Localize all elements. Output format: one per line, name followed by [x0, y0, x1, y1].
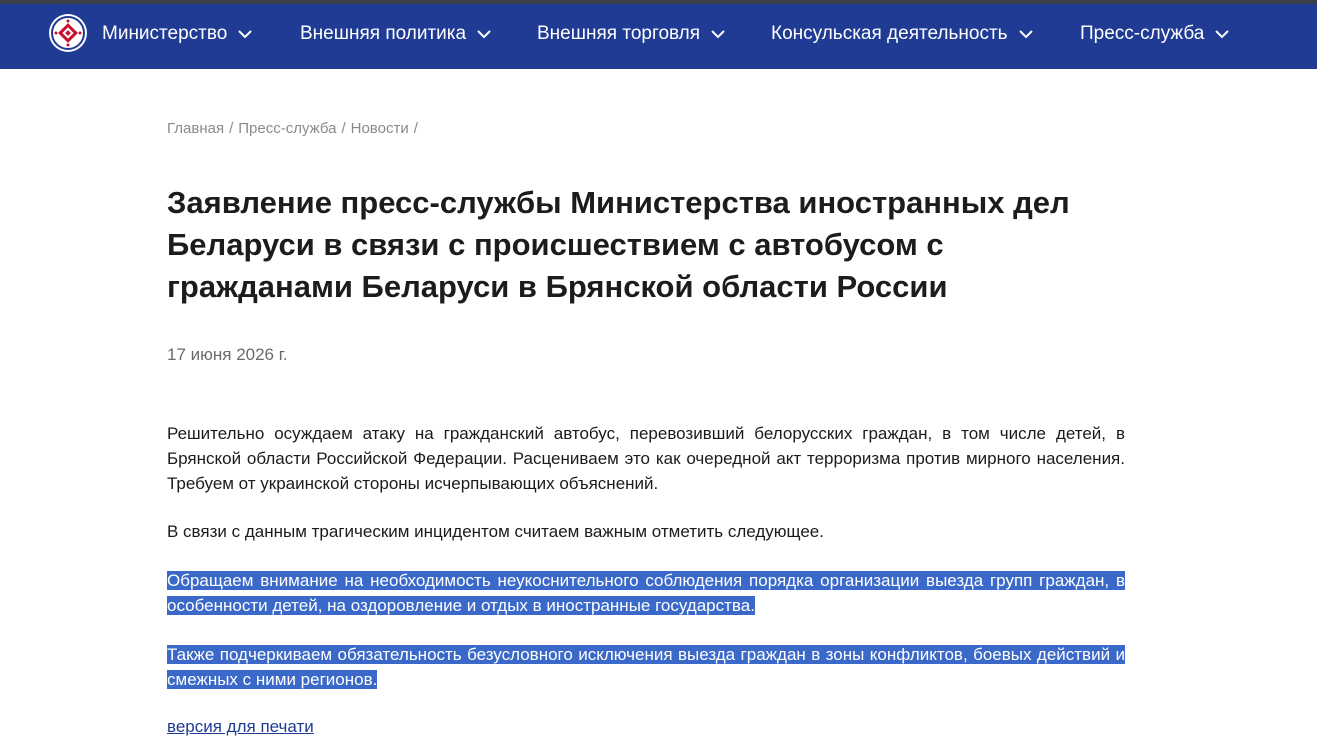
print-version-link[interactable]: версия для печати: [167, 717, 314, 737]
nav-item-foreign-trade[interactable]: Внешняя торговля: [537, 4, 726, 64]
nav-item-press-service[interactable]: Пресс-служба: [1080, 4, 1230, 64]
breadcrumb-home[interactable]: Главная: [167, 120, 224, 137]
selected-text: Также подчеркиваем обязательность безусл…: [167, 645, 1125, 689]
chevron-down-icon: [237, 26, 253, 42]
nav-item-label: Министерство: [102, 23, 228, 44]
nav-item-foreign-policy[interactable]: Внешняя политика: [300, 4, 492, 64]
article-paragraph-selected: Также подчеркиваем обязательность безусл…: [167, 642, 1125, 692]
breadcrumb-separator: /: [341, 120, 346, 137]
selected-text: Обращаем внимание на необходимость неуко…: [167, 571, 1125, 615]
page-title: Заявление пресс-службы Министерства инос…: [167, 185, 1070, 304]
article-paragraph-selected: Обращаем внимание на необходимость неуко…: [167, 568, 1125, 618]
article-paragraph: Решительно осуждаем атаку на гражданский…: [167, 424, 1125, 493]
nav-item-ministry[interactable]: Министерство: [102, 4, 253, 64]
nav-item-label: Внешняя политика: [300, 23, 467, 44]
breadcrumb: Главная / Пресс-служба / Новости /: [167, 120, 423, 137]
breadcrumb-news[interactable]: Новости: [351, 120, 409, 137]
main-navbar: Министерство Внешняя политика Внешняя то…: [0, 4, 1317, 69]
nav-item-consular[interactable]: Консульская деятельность: [771, 4, 1034, 64]
chevron-down-icon: [476, 26, 492, 42]
ministry-emblem-icon[interactable]: [49, 14, 87, 52]
nav-item-label: Консульская деятельность: [771, 23, 1008, 44]
chevron-down-icon: [1018, 26, 1034, 42]
chevron-down-icon: [1214, 26, 1230, 42]
article-paragraph: В связи с данным трагическим инцидентом …: [167, 522, 824, 541]
nav-item-label: Внешняя торговля: [537, 23, 701, 44]
breadcrumb-separator: /: [413, 120, 418, 137]
breadcrumb-press-service[interactable]: Пресс-служба: [238, 120, 336, 137]
publication-date: 17 июня 2026 г.: [167, 345, 288, 364]
nav-item-label: Пресс-служба: [1080, 23, 1205, 44]
chevron-down-icon: [710, 26, 726, 42]
breadcrumb-separator: /: [229, 120, 234, 137]
